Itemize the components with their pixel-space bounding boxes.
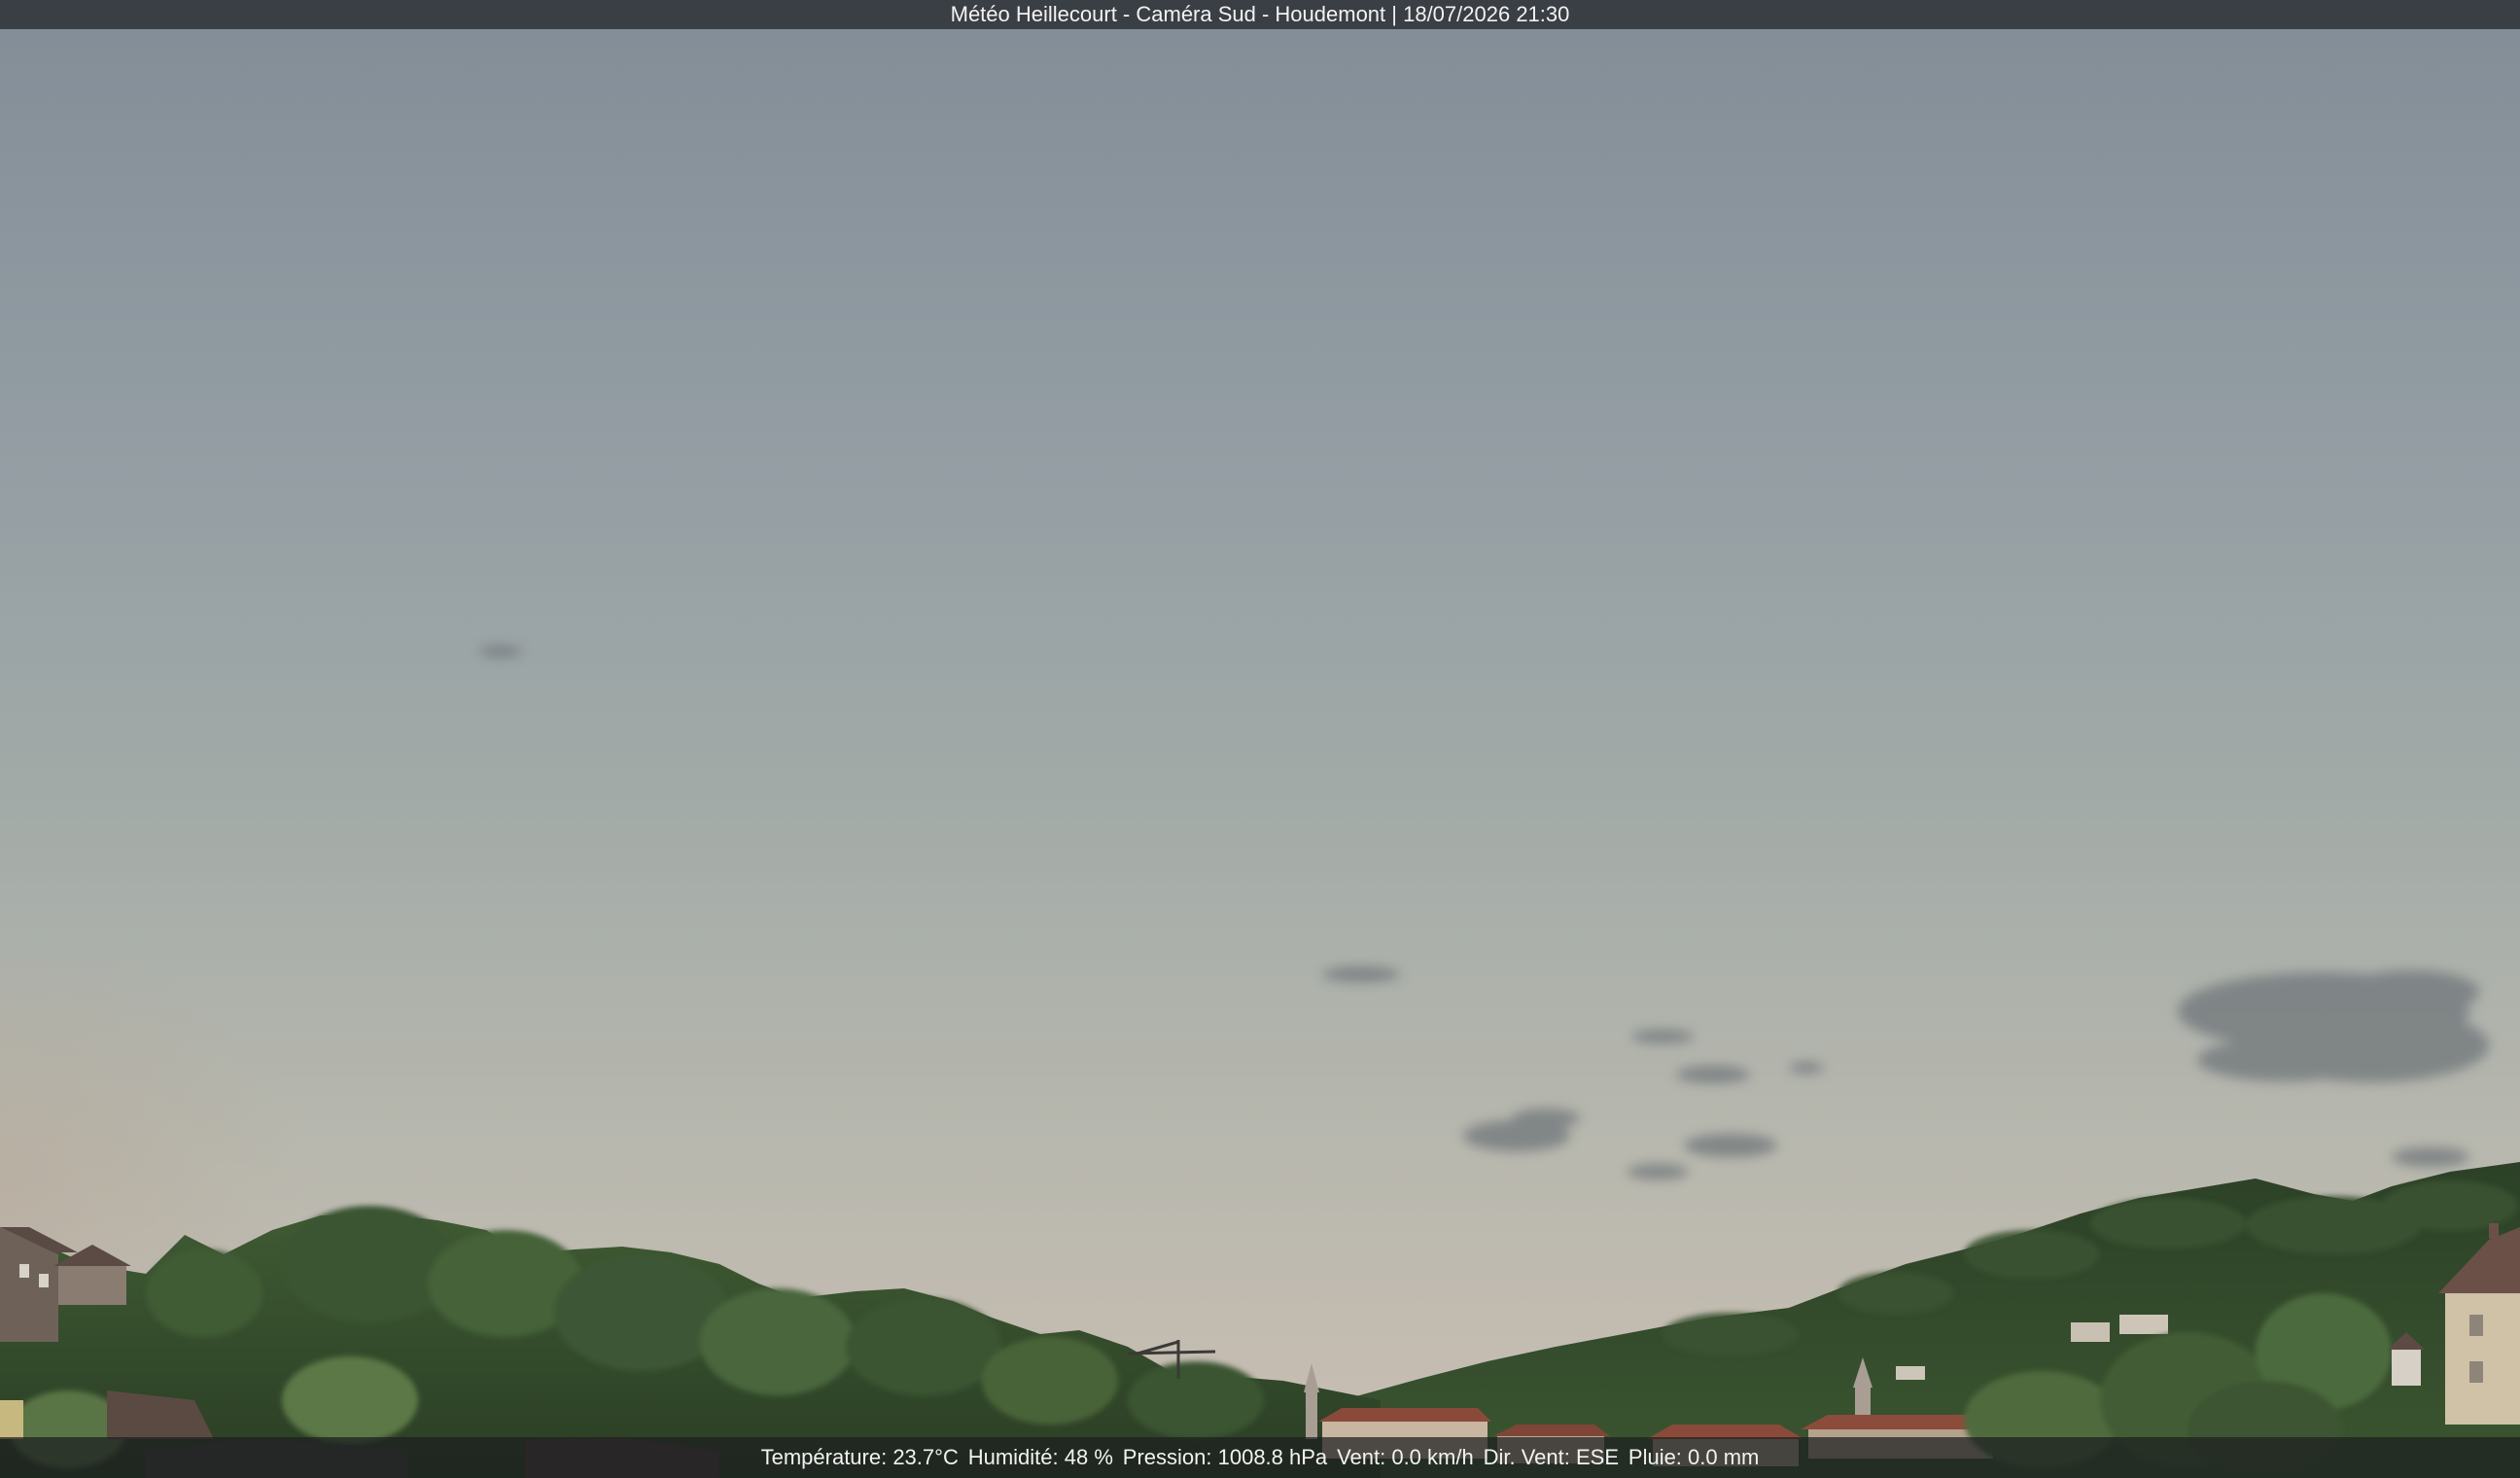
temperature-reading: Température: 23.7°C — [760, 1445, 959, 1469]
webcam-image — [0, 0, 2520, 1478]
pressure-reading: Pression: 1008.8 hPa — [1122, 1445, 1328, 1469]
wind-speed-reading: Vent: 0.0 km/h — [1337, 1445, 1474, 1469]
rain-reading: Pluie: 0.0 mm — [1628, 1445, 1760, 1469]
webcam-frame: Météo Heillecourt - Caméra Sud - Houdemo… — [0, 0, 2520, 1478]
camera-title-bar: Météo Heillecourt - Caméra Sud - Houdemo… — [0, 0, 2520, 29]
weather-readout-bar: Température: 23.7°C Humidité: 48 % Press… — [0, 1437, 2520, 1478]
camera-title: Météo Heillecourt - Caméra Sud - Houdemo… — [950, 2, 1570, 26]
humidity-reading: Humidité: 48 % — [967, 1445, 1113, 1469]
wind-direction-reading: Dir. Vent: ESE — [1483, 1445, 1619, 1469]
